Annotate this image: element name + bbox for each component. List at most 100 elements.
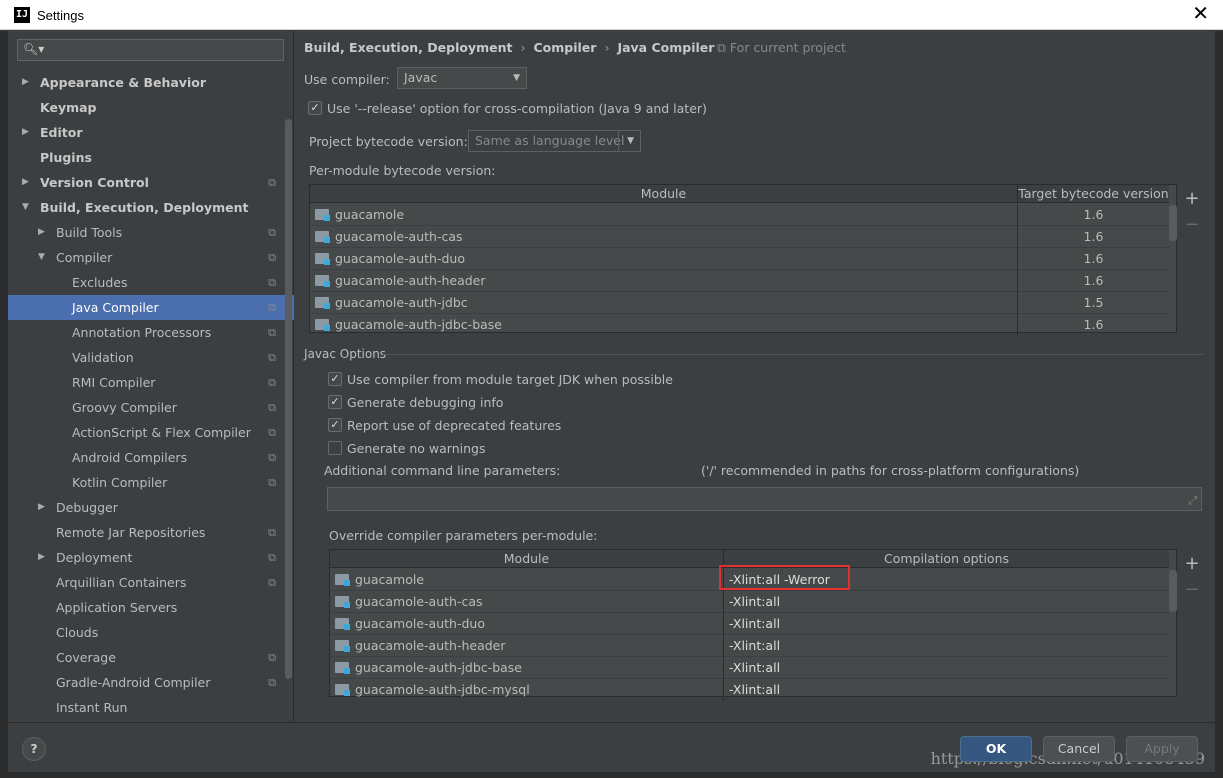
sidebar-item[interactable]: Instant Run (8, 695, 294, 720)
expand-right-icon[interactable]: ▶ (22, 170, 29, 195)
search-input[interactable]: 🔍︎▾ (17, 39, 284, 61)
sidebar-item[interactable]: Annotation Processors ⧉ (8, 320, 294, 345)
for-current-project-label: For current project (729, 40, 846, 55)
target-version[interactable]: 1.5 (1017, 292, 1169, 314)
column-header-target-version[interactable]: Target bytecode version (1017, 185, 1169, 203)
sidebar-item[interactable]: Keymap (8, 95, 294, 120)
compilation-options[interactable]: -Xlint:all (723, 613, 1169, 635)
target-version[interactable]: 1.6 (1017, 270, 1169, 292)
release-option-checkbox[interactable]: ✓ (308, 101, 322, 115)
settings-content: Build, Execution, Deployment › Compiler › Ja… (295, 31, 1215, 722)
sidebar-item[interactable]: Plugins (8, 145, 294, 170)
table-row[interactable]: guacamole-auth-duo 1.6 (310, 248, 1169, 270)
table-row[interactable]: guacamole 1.6 (310, 204, 1169, 226)
sidebar-item-label: Annotation Processors (72, 325, 212, 340)
expand-down-icon[interactable]: ▼ (22, 195, 29, 220)
expand-down-icon[interactable]: ▼ (38, 245, 45, 270)
sidebar-item[interactable]: Excludes ⧉ (8, 270, 294, 295)
use-compiler-select[interactable]: Javac ▼ (397, 67, 527, 89)
table-row[interactable]: guacamole-auth-header 1.6 (310, 270, 1169, 292)
override-scrollbar[interactable] (1169, 570, 1177, 612)
compilation-options[interactable]: -Xlint:all (723, 591, 1169, 613)
project-scope-icon: ⧉ (268, 176, 276, 189)
sidebar-item[interactable]: Groovy Compiler ⧉ (8, 395, 294, 420)
window-titlebar: IJ Settings ✕ (0, 0, 1223, 30)
table-row[interactable]: guacamole-auth-jdbc-mysql -Xlint:all (330, 679, 1169, 701)
sidebar-item[interactable]: ▶ Version Control ⧉ (8, 170, 294, 195)
compilation-options[interactable]: -Xlint:all (723, 679, 1169, 701)
sidebar-item[interactable]: ▶ Editor (8, 120, 294, 145)
ok-button[interactable]: OK (960, 736, 1032, 762)
project-scope-icon: ⧉ (268, 301, 276, 314)
table-row[interactable]: guacamole-auth-duo -Xlint:all (330, 613, 1169, 635)
compilation-options[interactable]: -Xlint:all (723, 635, 1169, 657)
sidebar-item[interactable]: Clouds (8, 620, 294, 645)
table-row[interactable]: guacamole-auth-jdbc-base -Xlint:all (330, 657, 1169, 679)
project-scope-icon: ⧉ (268, 351, 276, 364)
sidebar-item[interactable]: Application Servers (8, 595, 294, 620)
expand-right-icon[interactable]: ▶ (22, 120, 29, 145)
project-bytecode-select[interactable]: Same as language level ▼ (468, 130, 641, 152)
sidebar-item[interactable]: RMI Compiler ⧉ (8, 370, 294, 395)
module-folder-icon (335, 596, 350, 608)
module-folder-icon (335, 640, 350, 652)
sidebar-item-label: Debugger (56, 500, 118, 515)
cancel-button[interactable]: Cancel (1043, 736, 1115, 762)
highlight-annotation (719, 565, 850, 590)
expand-right-icon[interactable]: ▶ (22, 70, 29, 95)
remove-icon[interactable]: − (1178, 579, 1206, 600)
add-icon[interactable]: + (1178, 553, 1206, 574)
breadcrumb-separator-icon: › (520, 40, 526, 55)
expand-right-icon[interactable]: ▶ (38, 495, 45, 520)
close-icon[interactable]: ✕ (1192, 4, 1209, 24)
per-module-scrollbar[interactable] (1169, 205, 1177, 241)
column-header-module[interactable]: Module (310, 185, 1017, 203)
table-row[interactable]: guacamole-auth-header -Xlint:all (330, 635, 1169, 657)
sidebar-item[interactable]: ▶ Appearance & Behavior (8, 70, 294, 95)
table-row[interactable]: guacamole-auth-jdbc 1.5 (310, 292, 1169, 314)
sidebar-item[interactable]: Java Compiler ⧉ (8, 295, 294, 320)
sidebar-item[interactable]: Kotlin Compiler ⧉ (8, 470, 294, 495)
background-window-edge-right (1215, 31, 1223, 778)
use-module-jdk-checkbox[interactable]: ✓ (328, 372, 342, 386)
sidebar-item[interactable]: Arquillian Containers ⧉ (8, 570, 294, 595)
no-warnings-checkbox[interactable] (328, 441, 342, 455)
sidebar-item-label: Deployment (56, 550, 133, 565)
remove-icon[interactable]: − (1178, 214, 1206, 235)
sidebar-scrollbar[interactable] (285, 119, 292, 679)
sidebar-item-label: ActionScript & Flex Compiler (72, 425, 251, 440)
breadcrumb: Build, Execution, Deployment › Compiler › Ja… (304, 40, 714, 55)
sidebar-item[interactable]: Validation ⧉ (8, 345, 294, 370)
compilation-options[interactable]: -Xlint:all (723, 657, 1169, 679)
sidebar-item[interactable]: ▶ Deployment ⧉ (8, 545, 294, 570)
breadcrumb-item: Compiler (533, 40, 597, 55)
target-version[interactable]: 1.6 (1017, 204, 1169, 226)
sidebar-item[interactable]: ▶ Build Tools ⧉ (8, 220, 294, 245)
sidebar-item[interactable]: Gradle-Android Compiler ⧉ (8, 670, 294, 695)
sidebar-item[interactable]: ▼ Build, Execution, Deployment (8, 195, 294, 220)
table-row[interactable]: guacamole-auth-cas 1.6 (310, 226, 1169, 248)
sidebar-item[interactable]: ▶ Debugger (8, 495, 294, 520)
expand-right-icon[interactable]: ▶ (38, 545, 45, 570)
additional-params-input[interactable]: ⤢ (327, 487, 1202, 511)
sidebar-item[interactable]: Coverage ⧉ (8, 645, 294, 670)
deprecated-checkbox[interactable]: ✓ (328, 418, 342, 432)
expand-right-icon[interactable]: ▶ (38, 220, 45, 245)
debug-info-checkbox[interactable]: ✓ (328, 395, 342, 409)
target-version[interactable]: 1.6 (1017, 248, 1169, 270)
sidebar-item[interactable]: ▼ Compiler ⧉ (8, 245, 294, 270)
expand-icon[interactable]: ⤢ (1188, 494, 1197, 508)
apply-button[interactable]: Apply (1126, 736, 1198, 762)
table-row[interactable]: guacamole-auth-cas -Xlint:all (330, 591, 1169, 613)
sidebar-item[interactable]: ActionScript & Flex Compiler ⧉ (8, 420, 294, 445)
column-header-module[interactable]: Module (330, 550, 723, 568)
target-version[interactable]: 1.6 (1017, 314, 1169, 336)
sidebar-item[interactable]: Android Compilers ⧉ (8, 445, 294, 470)
help-button[interactable]: ? (22, 737, 46, 761)
target-version[interactable]: 1.6 (1017, 226, 1169, 248)
sidebar-item-label: Plugins (40, 150, 92, 165)
sidebar-item[interactable]: Remote Jar Repositories ⧉ (8, 520, 294, 545)
module-folder-icon (315, 253, 330, 265)
add-icon[interactable]: + (1178, 188, 1206, 209)
table-row[interactable]: guacamole-auth-jdbc-base 1.6 (310, 314, 1169, 336)
